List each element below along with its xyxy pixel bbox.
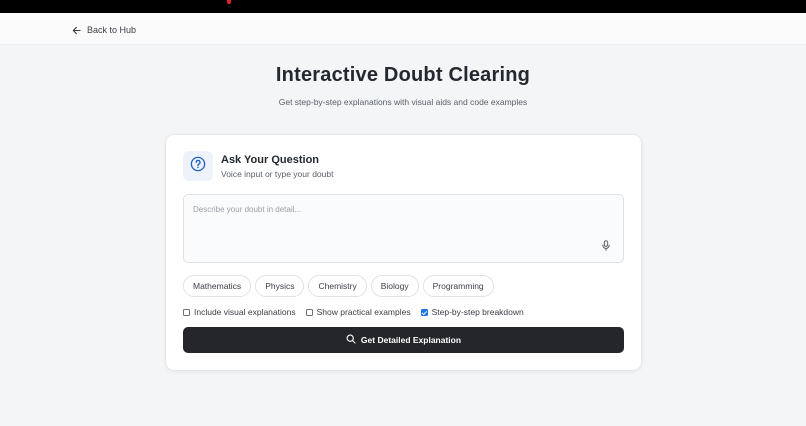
doubt-input-box [183, 194, 624, 263]
microphone-button[interactable] [600, 238, 612, 256]
back-to-hub-link[interactable]: Back to Hub [72, 23, 136, 37]
chip-programming[interactable]: Programming [422, 275, 494, 297]
option-label: Include visual explanations [194, 307, 296, 317]
checkbox-step-by-step[interactable] [420, 308, 428, 316]
option-practical-examples[interactable]: Show practical examples [305, 307, 411, 317]
microphone-icon [601, 238, 611, 256]
doubt-input[interactable] [184, 195, 623, 262]
explanation-options: Include visual explanations Show practic… [183, 307, 524, 317]
subject-chips: Mathematics Physics Chemistry Biology Pr… [183, 275, 494, 297]
option-step-by-step[interactable]: Step-by-step breakdown [420, 307, 524, 317]
ask-question-card: Ask Your Question Voice input or type yo… [166, 135, 641, 370]
option-label: Show practical examples [316, 307, 411, 317]
recording-indicator [227, 0, 231, 4]
option-visual-explanations[interactable]: Include visual explanations [183, 307, 296, 317]
search-icon [346, 334, 356, 346]
back-to-hub-label: Back to Hub [87, 25, 137, 35]
chip-mathematics[interactable]: Mathematics [183, 275, 252, 297]
top-black-bar [0, 0, 806, 13]
question-icon-badge [183, 151, 213, 181]
navbar: Back to Hub [0, 13, 806, 45]
chip-chemistry[interactable]: Chemistry [308, 275, 367, 297]
checkbox-practical-examples[interactable] [305, 308, 313, 316]
option-label: Step-by-step breakdown [431, 307, 524, 317]
page-title: Interactive Doubt Clearing [275, 64, 531, 86]
card-subtitle: Voice input or type your doubt [221, 169, 334, 179]
checkbox-visual-explanations[interactable] [183, 308, 190, 316]
page-subtitle: Get step-by-step explanations with visua… [278, 97, 528, 107]
chip-physics[interactable]: Physics [255, 275, 305, 297]
chip-biology[interactable]: Biology [370, 275, 419, 297]
arrow-left-icon [72, 26, 81, 35]
get-explanation-label: Get Detailed Explanation [360, 335, 462, 345]
question-circle-icon [190, 156, 206, 177]
get-explanation-button[interactable]: Get Detailed Explanation [183, 327, 624, 353]
card-title: Ask Your Question [221, 154, 320, 166]
